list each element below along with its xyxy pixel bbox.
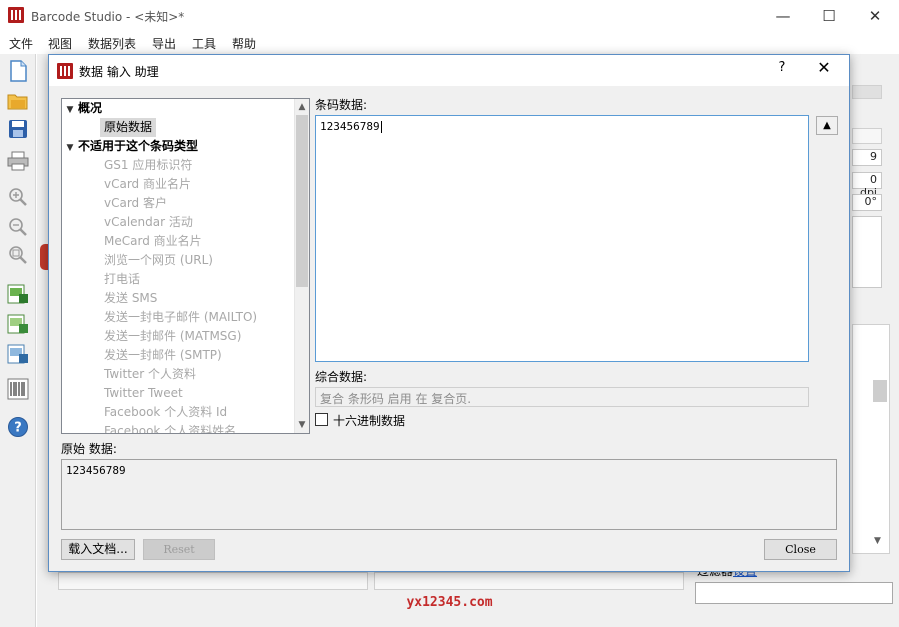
help-icon[interactable]: ? xyxy=(5,414,31,440)
svg-text:?: ? xyxy=(14,421,22,436)
dialog-title: 数据 输入 助理 xyxy=(79,65,159,79)
bg-panel xyxy=(852,85,882,99)
tree-item[interactable]: Facebook 个人资料 Id xyxy=(104,403,227,422)
text-caret xyxy=(380,121,382,133)
bg-field-dpi[interactable]: 0 dpi xyxy=(852,172,882,199)
bg-list xyxy=(852,324,890,554)
bg-panel xyxy=(852,128,882,144)
tree-item[interactable]: 发送一封邮件 (MATMSG) xyxy=(104,327,241,346)
tree-scrollbar-thumb[interactable] xyxy=(296,115,308,287)
raw-data-display: 123456789 xyxy=(61,459,837,530)
tree-item[interactable]: GS1 应用标识符 xyxy=(104,156,192,175)
barcode-data-label: 条码数据: xyxy=(315,98,368,112)
hex-data-checkbox[interactable] xyxy=(315,413,328,426)
watermark-text: yx12345.com xyxy=(406,595,493,610)
chevron-down-icon[interactable]: ▼ xyxy=(294,417,309,433)
bg-panel xyxy=(852,216,882,288)
close-window-button[interactable]: ✕ xyxy=(852,0,898,32)
tree-item[interactable]: 发送 SMS xyxy=(104,289,157,308)
tree-item[interactable]: vCard 商业名片 xyxy=(104,175,191,194)
tree-item[interactable]: vCard 客户 xyxy=(104,194,167,213)
menu-datalist[interactable]: 数据列表 xyxy=(88,35,136,52)
tree-item-raw-data[interactable]: 原始数据 xyxy=(100,118,157,137)
bg-panel xyxy=(58,572,368,590)
barcode-data-value: 123456789 xyxy=(320,120,380,133)
export-image-icon[interactable] xyxy=(5,310,31,336)
zoom-out-icon[interactable] xyxy=(5,214,31,240)
chevron-down-icon[interactable]: ▼ xyxy=(874,536,881,546)
composite-data-input: 复合 条形码 启用 在 复合页. xyxy=(315,387,809,407)
new-document-icon[interactable] xyxy=(5,58,31,84)
barcode-data-input[interactable]: 123456789 xyxy=(315,115,809,362)
bg-field-number[interactable]: 9 xyxy=(852,149,882,166)
tree-group-label: 不适用于这个条码类型 xyxy=(78,139,199,153)
maximize-button[interactable]: ☐ xyxy=(806,0,852,32)
reset-button[interactable]: Reset xyxy=(143,539,215,560)
data-type-tree[interactable]: ▼ 概况 原始数据 ▼ 不适用于这个条码类型 GS1 应用标识符 vCard 商业名… xyxy=(61,98,310,434)
app-titlebar: Barcode Studio - <未知>* — ☐ ✕ xyxy=(0,0,899,32)
menu-view[interactable]: 视图 xyxy=(48,35,72,52)
move-up-button[interactable]: ▲ xyxy=(816,116,838,135)
hex-data-label[interactable]: 十六进制数据 xyxy=(333,412,405,429)
tree-group-overview[interactable]: ▼ 概况 xyxy=(62,99,102,118)
tree-group-label: 概况 xyxy=(78,101,103,115)
dialog-close-button[interactable]: ✕ xyxy=(809,58,839,82)
dialog-titlebar: 数据 输入 助理 ? ✕ xyxy=(49,55,849,86)
bg-scrollbar-thumb[interactable] xyxy=(873,380,887,402)
tree-item[interactable]: 发送一封电子邮件 (MAILTO) xyxy=(104,308,257,327)
tree-item[interactable]: MeCard 商业名片 xyxy=(104,232,202,251)
tree-item[interactable]: Facebook 个人资料姓名 xyxy=(104,422,236,433)
barcode-list-icon[interactable] xyxy=(5,376,31,402)
tree-item[interactable]: vCalendar 活动 xyxy=(104,213,193,232)
bg-panel xyxy=(374,572,684,590)
chevron-down-icon[interactable]: ▼ xyxy=(62,101,78,120)
tree-item[interactable]: 浏览一个网页 (URL) xyxy=(104,251,213,270)
tree-group-not-applicable[interactable]: ▼ 不适用于这个条码类型 xyxy=(62,137,198,156)
dialog-logo-icon xyxy=(57,63,73,79)
menu-file[interactable]: 文件 xyxy=(9,35,33,52)
tree-item[interactable]: 打电话 xyxy=(104,270,140,289)
tree-item[interactable]: Twitter 个人资料 xyxy=(104,365,196,384)
raw-data-value: 123456789 xyxy=(66,464,126,477)
open-folder-icon[interactable] xyxy=(5,88,31,114)
raw-data-label: 原始 数据: xyxy=(61,442,117,456)
print-icon[interactable] xyxy=(5,148,31,174)
chevron-down-icon[interactable]: ▼ xyxy=(62,139,78,158)
tree-item[interactable]: 发送一封邮件 (SMTP) xyxy=(104,346,222,365)
save-icon[interactable] xyxy=(5,116,31,142)
chevron-up-icon[interactable]: ▲ xyxy=(294,99,309,115)
bg-field-angle[interactable]: 0° xyxy=(852,194,882,211)
menu-bar: 文件 视图 数据列表 导出 工具 帮助 xyxy=(0,32,899,54)
zoom-fit-icon[interactable] xyxy=(5,242,31,268)
main-toolbar: ? xyxy=(0,54,36,627)
app-logo-icon xyxy=(8,7,24,23)
dialog-help-button[interactable]: ? xyxy=(771,60,793,80)
tree-item[interactable]: Twitter Tweet xyxy=(104,384,183,403)
close-button[interactable]: Close xyxy=(764,539,837,560)
app-title: Barcode Studio - <未知>* xyxy=(31,10,185,24)
menu-help[interactable]: 帮助 xyxy=(232,35,256,52)
data-input-assistant-dialog: 数据 输入 助理 ? ✕ ▼ 概况 原始数据 ▼ 不适用于这个条码类型 GS1 应用… xyxy=(48,54,850,572)
menu-export[interactable]: 导出 xyxy=(152,35,176,52)
load-document-button[interactable]: 载入文档... xyxy=(61,539,135,560)
export-image-icon[interactable] xyxy=(5,280,31,306)
menu-tools[interactable]: 工具 xyxy=(192,35,216,52)
zoom-in-icon[interactable] xyxy=(5,184,31,210)
export-image-icon[interactable] xyxy=(5,340,31,366)
minimize-button[interactable]: — xyxy=(760,0,806,32)
composite-data-label: 综合数据: xyxy=(315,370,368,384)
